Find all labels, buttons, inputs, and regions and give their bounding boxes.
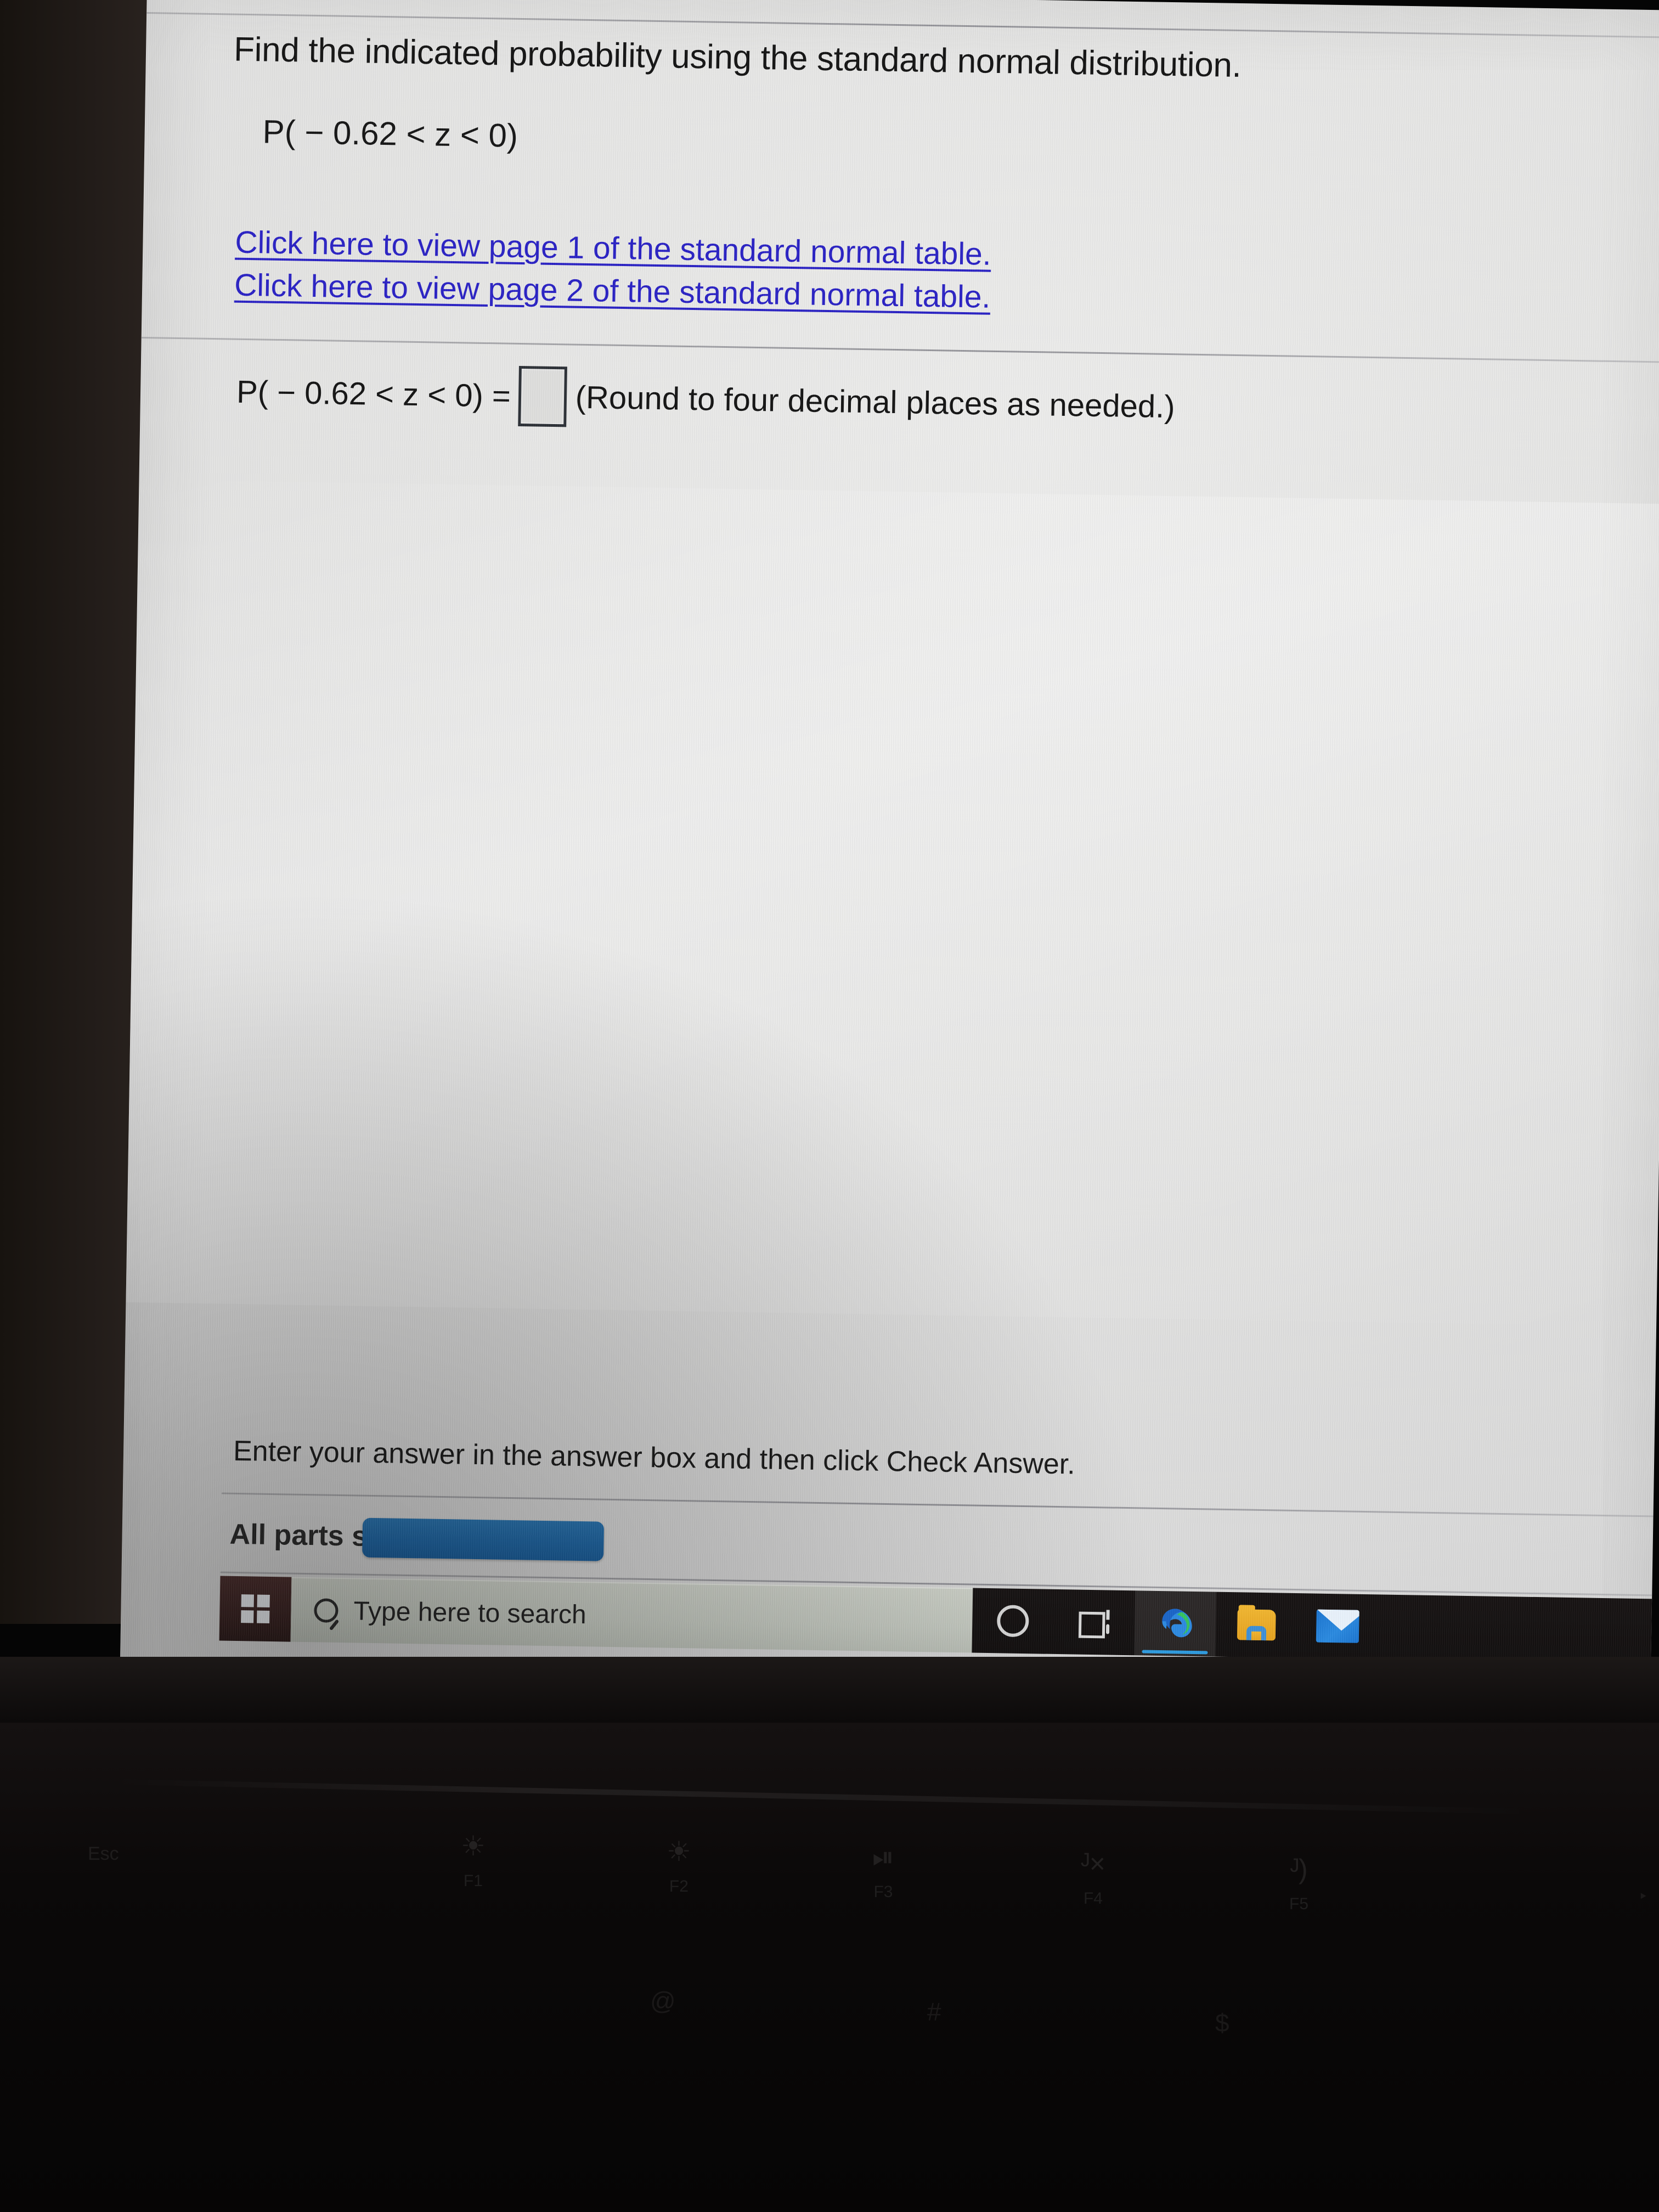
taskbar-item-cortana[interactable] (972, 1588, 1054, 1654)
check-answer-button[interactable]: Check Answer (362, 1517, 605, 1561)
key-esc[interactable]: Esc (88, 1843, 119, 1865)
laptop-keyboard-area: Esc ☀ F1 ☀ F2 ⏯ F3 ᴶ× F4 ᴶ) F5 @ # $ ‣ (0, 1657, 1659, 2212)
key-f5[interactable]: ᴶ) F5 (1289, 1855, 1308, 1914)
start-button[interactable] (219, 1576, 292, 1642)
laptop-photo: Find the indicated probability using the… (0, 0, 1659, 2212)
key-hash[interactable]: # (927, 1997, 941, 2027)
taskbar-item-task-view[interactable] (1053, 1589, 1135, 1655)
key-f3[interactable]: ⏯ F3 (872, 1843, 894, 1901)
enter-answer-instruction: Enter your answer in the answer box and … (233, 1435, 1076, 1481)
rounding-hint: (Round to four decimal places as needed.… (575, 379, 1176, 425)
brightness-down-icon: ☀ (461, 1831, 486, 1861)
cortana-icon (996, 1605, 1029, 1638)
key-f2[interactable]: ☀ F2 (667, 1838, 691, 1896)
answer-equation-label: P( − 0.62 < z < 0) = (236, 374, 511, 414)
problem-expression: P( − 0.62 < z < 0) (262, 113, 518, 154)
file-explorer-icon (1237, 1605, 1276, 1641)
taskbar-icon-strip (972, 1588, 1652, 1664)
search-icon (314, 1598, 338, 1623)
key-arrow[interactable]: ‣ (1638, 1887, 1648, 1906)
volume-icon: ᴶ) (1290, 1854, 1308, 1884)
windows-logo-icon (241, 1594, 270, 1623)
math-problem-document: Find the indicated probability using the… (121, 0, 1659, 1601)
key-dollar[interactable]: $ (1215, 2008, 1229, 2038)
brightness-up-icon: ☀ (667, 1836, 691, 1867)
taskbar-item-mail[interactable] (1296, 1593, 1379, 1659)
link-normal-table-page-1[interactable]: Click here to view page 1 of the standar… (235, 224, 991, 273)
divider-answer-section (141, 336, 1659, 363)
mute-icon: ᴶ× (1081, 1848, 1105, 1879)
task-view-icon (1078, 1610, 1110, 1639)
answer-row: P( − 0.62 < z < 0) = (Round to four deci… (236, 362, 1175, 437)
laptop-screen: Find the indicated probability using the… (119, 0, 1659, 1728)
link-normal-table-page-2[interactable]: Click here to view page 2 of the standar… (234, 267, 991, 315)
divider-footer-top (221, 1492, 1654, 1517)
keyboard-highlight (110, 1779, 1536, 1815)
page-title: Find the indicated probability using the… (233, 30, 1242, 85)
mail-icon (1316, 1609, 1359, 1643)
key-at[interactable]: @ (650, 1986, 676, 2016)
search-placeholder-text: Type here to search (353, 1596, 587, 1629)
search-input[interactable]: Type here to search (290, 1577, 973, 1653)
key-f1[interactable]: ☀ F1 (461, 1832, 486, 1891)
laptop-hinge (0, 1657, 1659, 1723)
taskbar-item-microsoft-edge[interactable] (1134, 1590, 1217, 1657)
key-f4[interactable]: ᴶ× F4 (1081, 1850, 1105, 1908)
answer-input[interactable] (517, 365, 567, 427)
microsoft-edge-icon (1162, 1609, 1192, 1638)
taskbar-item-file-explorer[interactable] (1215, 1592, 1297, 1658)
play-pause-icon: ⏯ (872, 1842, 894, 1872)
